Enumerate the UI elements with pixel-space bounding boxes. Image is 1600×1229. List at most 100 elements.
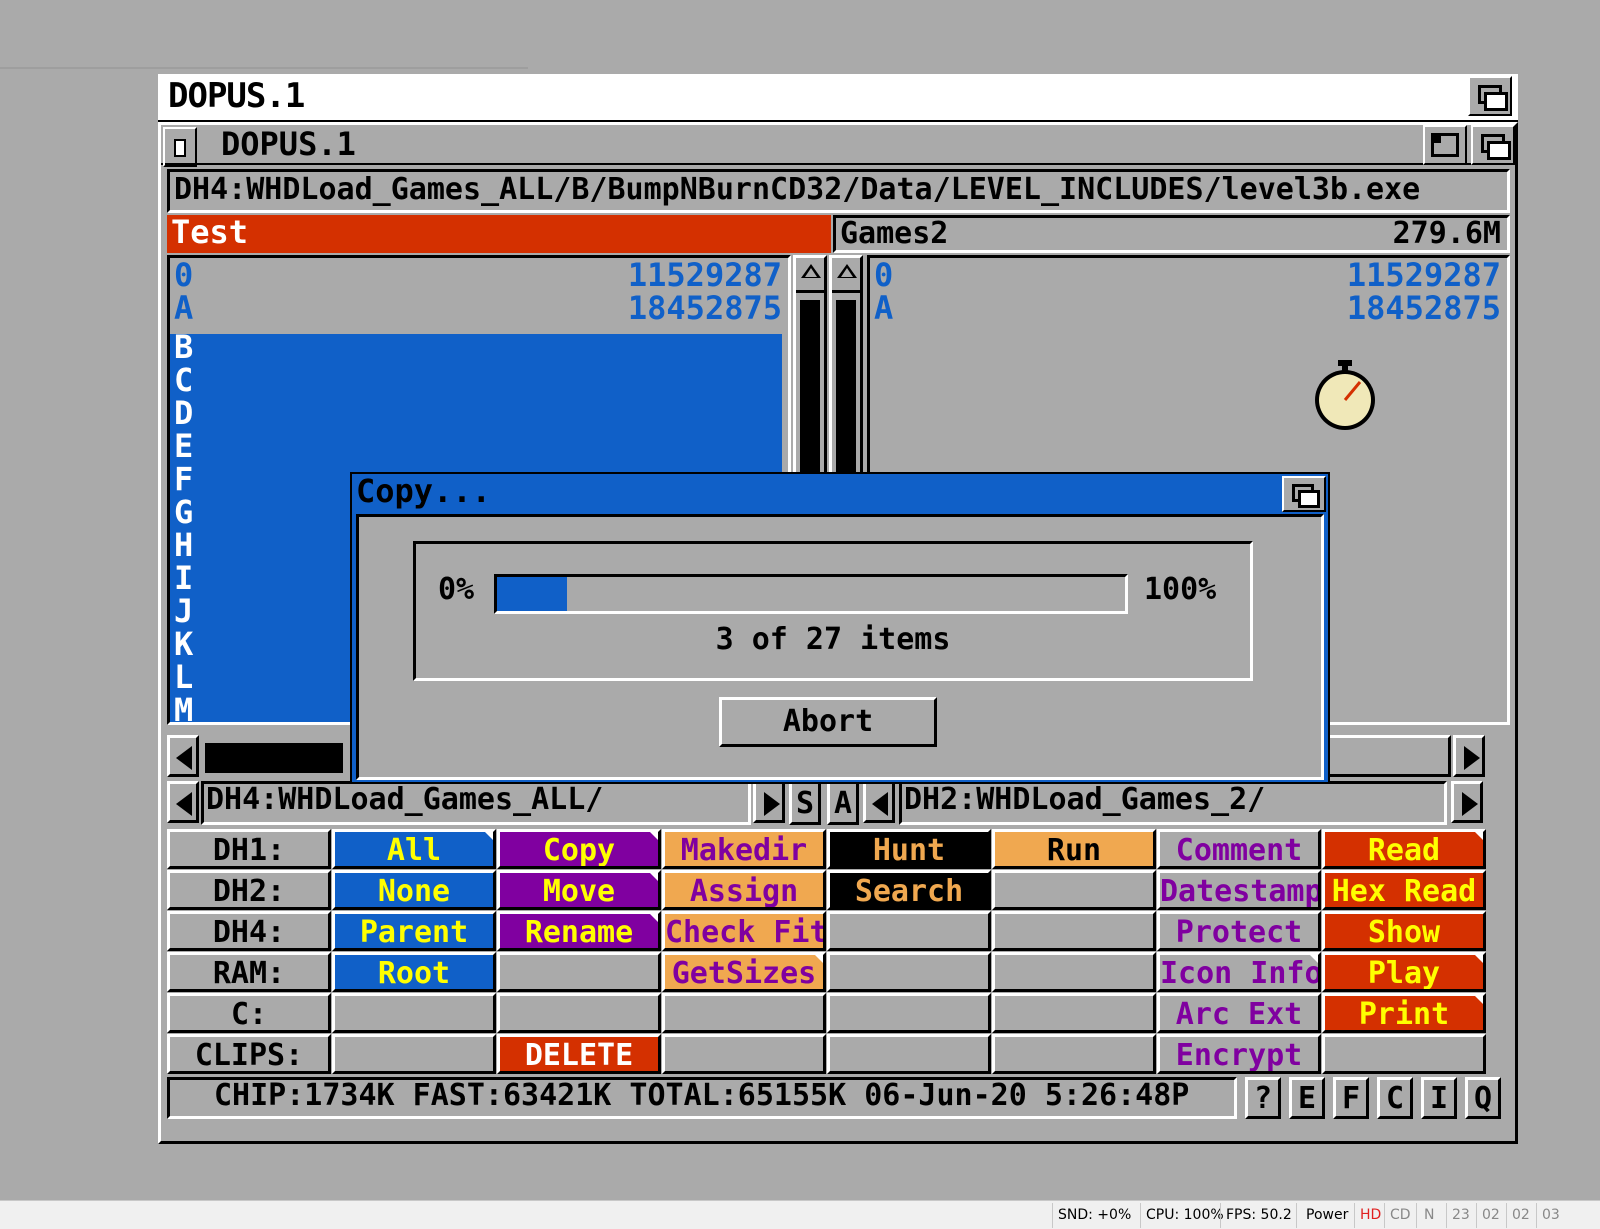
window-close-button[interactable] xyxy=(163,127,197,167)
close-icon xyxy=(174,139,186,157)
list-item[interactable]: B xyxy=(170,328,782,367)
left-horizontal-scroll-knob[interactable] xyxy=(205,743,343,773)
screen-depth-button[interactable] xyxy=(1468,76,1512,116)
list-item[interactable]: C xyxy=(170,361,782,400)
left-path-forward-button[interactable] xyxy=(753,781,785,823)
delete-button[interactable]: DELETE xyxy=(497,1034,661,1074)
assign-button[interactable]: Assign xyxy=(662,870,826,910)
empty-col3-5-button[interactable] xyxy=(662,1034,826,1074)
all-button[interactable]: All xyxy=(332,829,496,869)
icon-info-button[interactable]: Icon Info xyxy=(1157,952,1321,992)
device-dh1-button[interactable]: DH1: xyxy=(167,829,331,869)
getsizes-button[interactable]: GetSizes xyxy=(662,952,826,992)
play-button[interactable]: Play xyxy=(1322,952,1486,992)
progress-bar xyxy=(494,574,1128,614)
device-ram-button[interactable]: RAM: xyxy=(167,952,331,992)
empty-col1-4-button[interactable] xyxy=(332,993,496,1033)
comment-button[interactable]: Comment xyxy=(1157,829,1321,869)
left-scroll-left-button[interactable] xyxy=(167,735,199,777)
drive-0-track: 23 xyxy=(1452,1207,1470,1223)
list-item[interactable]: D xyxy=(170,394,782,433)
quick-button-c[interactable]: C xyxy=(1377,1077,1413,1119)
hunt-button[interactable]: Hunt xyxy=(827,829,991,869)
device-clips-button[interactable]: CLIPS: xyxy=(167,1034,331,1074)
quick-button-f[interactable]: F xyxy=(1333,1077,1369,1119)
cd-led: CD xyxy=(1390,1207,1411,1223)
fps-status: FPS: 50.2 xyxy=(1226,1207,1292,1223)
left-path-back-button[interactable] xyxy=(167,781,199,823)
quick-button-i[interactable]: I xyxy=(1421,1077,1457,1119)
root-button[interactable]: Root xyxy=(332,952,496,992)
empty-col7-5-button[interactable] xyxy=(1322,1034,1486,1074)
arc-ext-button[interactable]: Arc Ext xyxy=(1157,993,1321,1033)
right-scroll-right-button[interactable] xyxy=(1453,735,1485,777)
right-lister-header[interactable]: Games2 279.6M xyxy=(833,215,1510,253)
search-button[interactable]: Search xyxy=(827,870,991,910)
empty-col5-4-button[interactable] xyxy=(992,993,1156,1033)
right-path-back-button[interactable] xyxy=(863,781,895,823)
status-bar: CHIP:1734K FAST:63421K TOTAL:65155K 06-J… xyxy=(167,1077,1237,1119)
scroll-up-button[interactable] xyxy=(832,258,860,293)
empty-col4-2-button[interactable] xyxy=(827,911,991,951)
device-dh4-button[interactable]: DH4: xyxy=(167,911,331,951)
dialog-depth-button[interactable] xyxy=(1282,476,1326,512)
makedir-button[interactable]: Makedir xyxy=(662,829,826,869)
s-button[interactable]: S xyxy=(789,781,821,825)
left-lister-header[interactable]: Test xyxy=(167,213,831,253)
device-dh2-button[interactable]: DH2: xyxy=(167,870,331,910)
quick-button-help[interactable]: ? xyxy=(1245,1077,1281,1119)
list-item[interactable]: A 18452875 xyxy=(870,289,1507,328)
empty-col2-3-button[interactable] xyxy=(497,952,661,992)
rename-button[interactable]: Rename xyxy=(497,911,661,951)
empty-col5-3-button[interactable] xyxy=(992,952,1156,992)
current-path-text: DH4:WHDLoad_Games_ALL/B/BumpNBurnCD32/Da… xyxy=(174,172,1421,207)
abort-button[interactable]: Abort xyxy=(719,697,937,747)
left-lister-name: Test xyxy=(171,213,249,251)
current-path-field[interactable]: DH4:WHDLoad_Games_ALL/B/BumpNBurnCD32/Da… xyxy=(167,169,1510,213)
right-path-forward-button[interactable] xyxy=(1451,781,1483,823)
protect-button[interactable]: Protect xyxy=(1157,911,1321,951)
datestamp-button[interactable]: Datestamp xyxy=(1157,870,1321,910)
run-button[interactable]: Run xyxy=(992,829,1156,869)
check-fit-button[interactable]: Check Fit xyxy=(662,911,826,951)
copy-button[interactable]: Copy xyxy=(497,829,661,869)
list-item-name: A xyxy=(874,289,894,327)
read-button[interactable]: Read xyxy=(1322,829,1486,869)
screen-title-bar[interactable]: DOPUS.1 xyxy=(158,74,1518,122)
dialog-title-bar[interactable]: Copy... xyxy=(352,472,1322,512)
print-button[interactable]: Print xyxy=(1322,993,1486,1033)
empty-col1-5-button[interactable] xyxy=(332,1034,496,1074)
window-depth-button[interactable] xyxy=(1471,125,1515,165)
drive-1-track: 02 xyxy=(1482,1207,1500,1223)
encrypt-button[interactable]: Encrypt xyxy=(1157,1034,1321,1074)
top-divider-line xyxy=(0,67,528,69)
quick-button-e[interactable]: E xyxy=(1289,1077,1325,1119)
empty-col2-4-button[interactable] xyxy=(497,993,661,1033)
right-lister-name: Games2 xyxy=(840,216,949,251)
window-zoom-button[interactable] xyxy=(1423,125,1467,165)
parent-button[interactable]: Parent xyxy=(332,911,496,951)
arrow-left-icon xyxy=(176,792,192,816)
right-path-field[interactable]: DH2:WHDLoad_Games_2/ xyxy=(899,781,1447,825)
empty-col5-5-button[interactable] xyxy=(992,1034,1156,1074)
a-button[interactable]: A xyxy=(827,781,859,825)
device-c-button[interactable]: C: xyxy=(167,993,331,1033)
empty-col4-4-button[interactable] xyxy=(827,993,991,1033)
list-item[interactable]: E xyxy=(170,427,782,466)
show-button[interactable]: Show xyxy=(1322,911,1486,951)
left-path-text: DH4:WHDLoad_Games_ALL/ xyxy=(206,782,604,817)
scroll-up-button[interactable] xyxy=(796,258,824,293)
power-led: Power xyxy=(1306,1207,1349,1223)
quick-button-q[interactable]: Q xyxy=(1465,1077,1501,1119)
window-title-bar[interactable]: DOPUS.1 xyxy=(161,125,1515,167)
empty-col3-4-button[interactable] xyxy=(662,993,826,1033)
empty-col5-2-button[interactable] xyxy=(992,911,1156,951)
empty-col4-3-button[interactable] xyxy=(827,952,991,992)
none-button[interactable]: None xyxy=(332,870,496,910)
empty-col4-5-button[interactable] xyxy=(827,1034,991,1074)
left-path-field[interactable]: DH4:WHDLoad_Games_ALL/ xyxy=(201,781,751,825)
list-item[interactable]: A 18452875 xyxy=(170,289,788,328)
empty-col5-1-button[interactable] xyxy=(992,870,1156,910)
hex-read-button[interactable]: Hex Read xyxy=(1322,870,1486,910)
move-button[interactable]: Move xyxy=(497,870,661,910)
